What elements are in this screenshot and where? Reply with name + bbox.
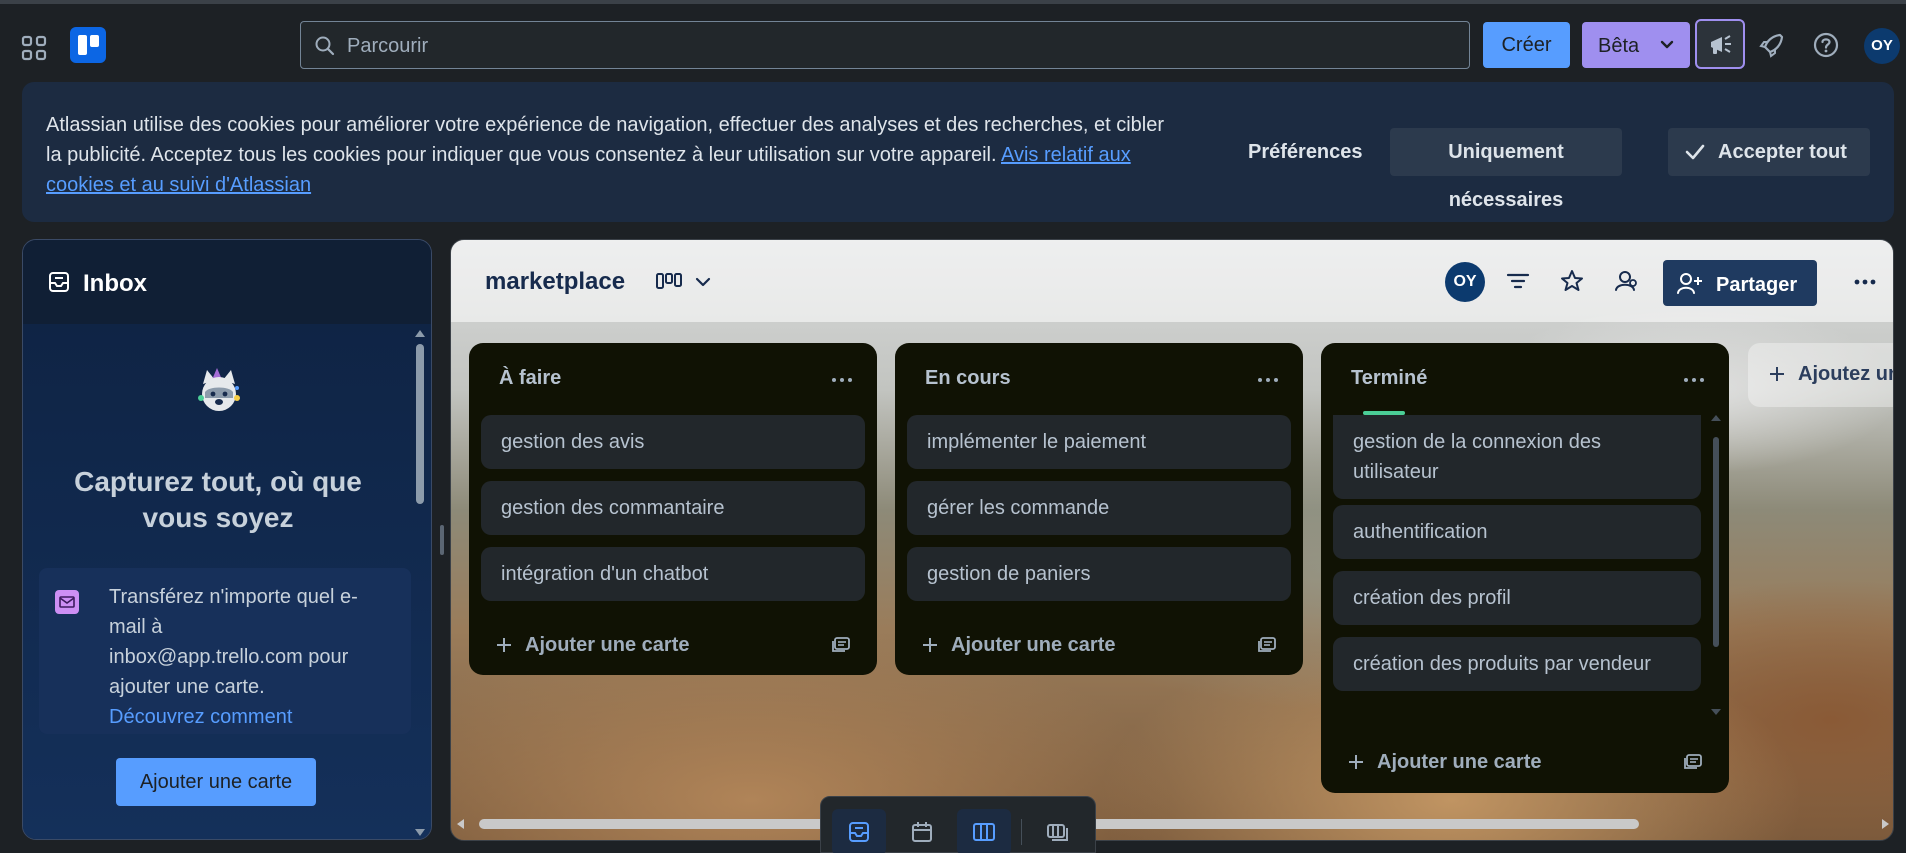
switcher-divider [1021,819,1022,845]
card[interactable]: création des profil [1333,571,1701,625]
plus-icon [497,638,511,652]
add-card-label: Ajouter une carte [525,634,690,656]
board-view-icon[interactable] [957,809,1011,853]
mail-icon [55,590,79,614]
share-button[interactable]: Partager [1663,260,1817,306]
plus-icon [1349,755,1363,769]
list-menu-icon[interactable] [1683,377,1705,383]
card[interactable]: création des produits par vendeur [1333,637,1701,691]
inbox-email-tip: Transférez n'importe quel e-mail à inbox… [39,568,411,734]
list-title[interactable]: À faire [499,367,561,390]
inbox-view-icon[interactable] [832,809,886,853]
search-input[interactable]: Parcourir [300,21,1470,69]
cookie-message: Atlassian utilise des cookies pour améli… [46,114,1165,166]
card[interactable]: gestion des commantaire [481,481,865,535]
board-horizontal-scrollbar[interactable] [451,813,1893,835]
list-menu-icon[interactable] [1257,377,1279,383]
team-icon[interactable] [1613,268,1641,294]
list-scrollbar[interactable] [1711,415,1721,715]
help-icon[interactable] [1812,31,1840,59]
search-icon [314,35,336,57]
add-list-button[interactable]: Ajoutez une autre liste [1748,343,1893,407]
top-navigation-bar: Parcourir Créer Bêta OY [0,0,1906,82]
app-switcher-icon[interactable] [18,32,50,64]
list-title[interactable]: En cours [925,367,1011,390]
accept-all-label: Accepter tout [1718,141,1847,163]
necessary-only-button[interactable]: Uniquement nécessaires [1390,128,1622,211]
list-done: Terminé gestion de la connexion des util… [1321,343,1729,793]
preferences-button[interactable]: Préférences [1248,128,1363,176]
beta-label: Bêta [1598,35,1640,57]
card[interactable]: intégration d'un chatbot [481,547,865,601]
inbox-title: Inbox [83,270,147,297]
board-title[interactable]: marketplace [485,268,625,296]
card[interactable]: gestion de la connexion des utilisateur [1333,415,1701,499]
card[interactable]: gestion de paniers [907,547,1291,601]
add-user-icon [1677,273,1702,294]
plus-icon [1770,367,1784,381]
add-card-label: Ajouter une carte [1377,751,1542,773]
check-icon [1685,144,1705,160]
inbox-icon [49,272,69,292]
inbox-panel: Inbox Capturez tout, où que vous soyez T… [22,239,432,840]
board-header: marketplace OY Partager [451,240,1893,322]
megaphone-icon[interactable] [1695,19,1745,69]
board-view-icon[interactable] [655,270,683,294]
inbox-header: Inbox [23,240,431,324]
search-placeholder: Parcourir [347,35,429,57]
list-title[interactable]: Terminé [1351,367,1427,390]
view-switcher [820,796,1096,853]
filter-icon[interactable] [1505,269,1531,293]
cookie-banner: Atlassian utilise des cookies pour améli… [22,82,1894,222]
board: marketplace OY Partager À faire gestion … [450,239,1894,841]
list-menu-icon[interactable] [831,377,853,383]
chevron-down-icon [1658,36,1676,54]
add-list-label: Ajoutez une autre liste [1798,363,1893,385]
card[interactable]: gestion des avis [481,415,865,469]
add-card-label: Ajouter une carte [951,634,1116,656]
more-options-icon[interactable] [1853,278,1877,286]
inbox-tip-text: Transférez n'importe quel e-mail à inbox… [109,582,359,732]
card[interactable]: implémenter le paiement [907,415,1291,469]
create-button[interactable]: Créer [1483,22,1570,68]
planner-icon[interactable] [895,809,949,853]
learn-how-link[interactable]: Découvrez comment [109,702,359,732]
chevron-down-icon[interactable] [693,272,713,292]
avatar[interactable]: OY [1864,28,1900,64]
star-icon[interactable] [1559,268,1585,294]
list-todo: À faire gestion des avis gestion des com… [469,343,877,675]
share-label: Partager [1716,274,1798,296]
inbox-add-card-button[interactable]: Ajouter une carte [116,758,316,806]
accept-all-button[interactable]: Accepter tout [1668,128,1870,176]
beta-button[interactable]: Bêta [1582,22,1690,68]
card[interactable]: gérer les commande [907,481,1291,535]
card-template-icon[interactable] [1257,635,1277,653]
switch-boards-icon[interactable] [1031,809,1085,853]
panel-resize-handle[interactable] [440,525,444,555]
inbox-scrollbar[interactable] [415,330,425,836]
card[interactable]: authentification [1333,505,1701,559]
board-member-avatar[interactable]: OY [1445,262,1485,302]
husky-mascot-icon [191,364,247,420]
cookie-text-block: Atlassian utilise des cookies pour améli… [46,110,1176,200]
card-template-icon[interactable] [1683,752,1703,770]
inbox-tip-message: Transférez n'importe quel e-mail à inbox… [109,586,358,698]
inbox-body: Capturez tout, où que vous soyez Transfé… [23,324,431,839]
card-template-icon[interactable] [831,635,851,653]
plus-icon [923,638,937,652]
inbox-heading: Capturez tout, où que vous soyez [74,466,362,533]
trello-logo[interactable] [70,27,106,63]
list-in-progress: En cours implémenter le paiement gérer l… [895,343,1303,675]
rocket-icon[interactable] [1758,31,1786,59]
